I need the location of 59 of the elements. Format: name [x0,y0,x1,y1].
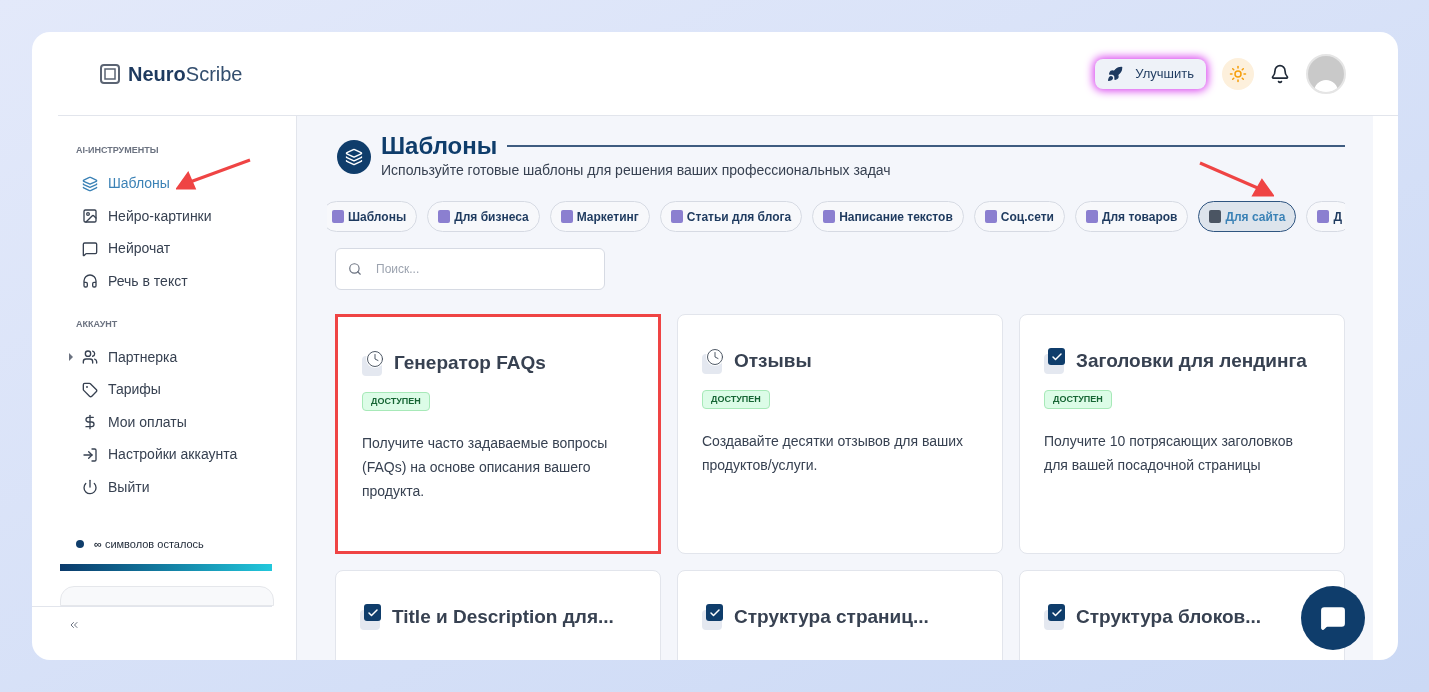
template-card[interactable]: Структура блоков... [1019,570,1345,660]
usage-text: ∞ символов осталось [94,536,204,552]
template-card[interactable]: Структура страниц... [677,570,1003,660]
caret-icon [69,353,73,362]
sidebar-item[interactable]: Нейрочат [82,238,171,260]
template-card[interactable]: Отзывы ДОСТУПЕН Создавайте десятки отзывов для ваших продуктов/услуги. [677,314,1003,554]
sidebar-item[interactable]: Выйти [82,476,150,498]
checkbox-icon [702,604,724,631]
card-title: Структура блоков... [1076,605,1262,629]
logo-icon [100,63,120,84]
card-description: Получите часто задаваемые вопросы (FAQs) на основе описания вашего продукта. [362,434,609,501]
section-heading: АККАУНТ [76,317,119,331]
collapse-icon[interactable] [68,619,80,631]
card-title: Отзывы [734,349,812,373]
status-badge: ДОСТУПЕН [1044,389,1112,409]
clock-icon [362,350,384,377]
sidebar-item[interactable]: Настройки аккаунта [82,444,238,466]
category-chip[interactable]: Статьи для блога [659,201,803,232]
sidebar-item[interactable]: Речь в текст [82,270,188,292]
sidebar-item[interactable]: Партнерка [82,346,178,368]
page-title: Шаблоны [381,132,498,160]
card-description: Получите 10 потрясающих заголовков для вашей посадочной страницы [1044,432,1294,475]
sidebar-item[interactable]: Мои оплаты [82,411,187,433]
status-badge: ДОСТУПЕН [362,391,430,411]
template-card[interactable]: Title и Description для... [335,570,661,660]
category-chip[interactable]: Маркетинг [549,201,650,232]
category-chip[interactable]: Для бизнеса [427,201,540,232]
sidebar-item[interactable]: Тарифы [82,379,161,401]
checkbox-icon [1044,348,1066,375]
category-chip[interactable]: Д [1306,201,1345,232]
card-title: Структура страниц... [734,605,929,629]
checkbox-icon [360,604,382,631]
template-card[interactable]: Заголовки для лендинга ДОСТУПЕН Получите 10 потрясающих заголовков для вашей посадочной страницы [1019,314,1345,554]
card-title: Заголовки для лендинга [1076,349,1307,373]
category-chip[interactable]: Соц.сети [973,201,1065,232]
status-badge: ДОСТУПЕН [702,389,770,409]
search-icon [348,262,362,276]
notifications-icon[interactable] [1270,63,1290,84]
sidebar-item[interactable]: Нейро-картинки [82,205,212,227]
theme-toggle[interactable] [1222,57,1254,90]
template-card[interactable]: Генератор FAQs ДОСТУПЕН Получите часто задаваемые вопросы (FAQs) на основе описания вашего продукта. [335,314,661,554]
checkbox-icon [1044,604,1066,631]
search-field[interactable]: Поиск... [335,248,605,290]
page-icon [337,139,371,174]
card-title: Title и Description для... [392,605,614,629]
rocket-icon [1107,65,1124,82]
category-chip[interactable]: Шаблоны [327,201,418,232]
category-chip[interactable]: Для товаров [1074,201,1189,232]
section-heading: AI-ИНСТРУМЕНТЫ [76,144,160,157]
sidebar-item[interactable]: Шаблоны [82,173,170,195]
page-subtitle: Используйте готовые шаблоны для решения ваших профессиональных задач [381,161,891,180]
upgrade-button[interactable]: Улучшить [1095,58,1206,89]
clock-icon [702,348,724,375]
sun-icon [1229,64,1247,83]
card-description: Создавайте десятки отзывов для ваших продуктов/услуги. [702,432,964,475]
category-chip[interactable]: Написание текстов [812,201,964,232]
chat-icon [1320,605,1346,631]
brand-name: NeuroScribe [128,61,243,87]
card-title: Генератор FAQs [394,351,546,375]
